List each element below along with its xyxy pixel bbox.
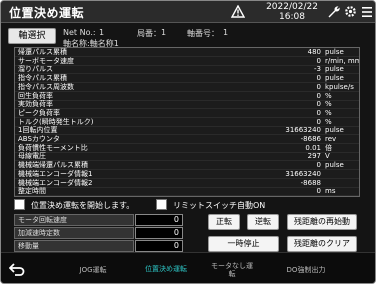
row-unit: pulse [325,65,344,74]
row-unit: % [325,100,332,109]
net-no-value: 1 [99,28,105,37]
station-value: 1 [161,28,167,37]
row-unit: ms [325,187,336,196]
row-label: 機械端帰還パルス累積 [18,161,88,170]
monitor-table: 帰還パルス累積480pulseサーボモータ速度0r/min, mm/s溜りパルス… [14,47,360,197]
axis-no-label: 軸番号： [187,29,219,38]
limit-switch-checkbox[interactable] [156,199,167,210]
start-checkbox[interactable] [14,199,25,210]
row-value: 480 [307,48,321,56]
row-unit: % [325,91,332,100]
row-unit: pulse [325,126,344,135]
back-icon[interactable] [9,262,25,276]
warning-icon[interactable] [231,5,245,18]
row-unit: % [325,108,332,117]
travel-distance-label: 移動量 [14,240,134,252]
station-label: 局番： [137,29,161,38]
row-unit: rev [325,135,337,143]
row-unit: V [325,152,330,161]
motor-speed-input[interactable]: 0 [135,214,183,226]
limit-switch-checkbox-label: リミットスイッチ自動ON [173,201,266,210]
pause-button[interactable]: 一時停止 [208,236,279,252]
row-value: 0 [316,187,321,196]
tab-jog[interactable]: JOG運転 [63,253,123,283]
clear-remaining-button[interactable]: 残距離のクリア [287,236,357,252]
time-text: 16:08 [279,12,305,22]
row-value: 0.01 [305,143,321,152]
row-label: ピーク負荷率 [18,108,60,117]
accel-decel-input[interactable]: 0 [135,227,183,239]
axis-select-button[interactable]: 軸選択 [8,28,56,44]
row-value: 31663240 [285,169,321,178]
row-value: 0 [316,74,321,83]
row-value: 0 [316,91,321,100]
row-value: 0 [316,82,321,91]
travel-distance-input[interactable]: 0 [135,240,183,252]
row-unit: pulse [325,161,344,170]
start-checkbox-label: 位置決め運転を開始します。 [31,201,135,210]
row-label: 整定時間 [18,187,46,196]
accel-decel-label: 加減速時定数 [14,227,134,239]
header-bar: 位置決め運転 2022/02/22 16:08 [1,1,375,23]
row-value: 0 [316,108,321,117]
wrench-icon[interactable] [327,5,341,19]
restart-remaining-button[interactable]: 残距離の再始動 [287,214,357,230]
net-no-label: Net No.: [63,28,96,37]
gear-icon[interactable] [344,5,357,18]
row-label: 1回転内位置 [18,126,58,135]
row-unit: pulse [325,48,344,56]
row-value: 0 [316,161,321,170]
row-value: -8688 [300,178,321,187]
row-label: 実効負荷率 [18,100,53,109]
menu-icon[interactable] [362,6,372,18]
row-value: 0 [316,56,321,65]
row-unit: r/min, mm/s [325,56,359,65]
forward-button[interactable]: 正転 [208,214,240,230]
row-value: -8686 [300,135,321,143]
row-unit: 倍 [325,143,332,152]
row-label: 機械端エンコーダ情報1 [18,169,93,178]
row-unit: % [325,117,332,126]
table-row: 整定時間 0 ms [15,187,359,196]
row-label: 指令パルス累積 [18,74,67,83]
page-title: 位置決め運転 [9,6,85,20]
row-label: ABSカウンタ [18,135,60,143]
datetime: 2022/02/22 16:08 [263,2,321,22]
row-value: 297 [307,152,321,161]
axis-no-value: 1 [223,28,229,37]
row-value: 0 [316,100,321,109]
row-value: 31663240 [285,126,321,135]
screen: 位置決め運転 2022/02/22 16:08 軸選択 Net No.: 1 局… [0,0,376,284]
row-unit: kpulse/s [325,82,354,91]
date-text: 2022/02/22 [266,2,318,12]
motor-speed-label: モータ回転速度 [14,214,134,226]
reverse-button[interactable]: 逆転 [247,214,279,230]
row-value: -3 [314,65,321,74]
bottom-nav: JOG運転 位置決め運転 モータなし運転 DO強制出力 [1,252,375,283]
tab-positioning[interactable]: 位置決め運転 [131,253,201,283]
row-value: 0 [316,117,321,126]
row-unit: pulse [325,74,344,83]
row-label: 帰還パルス累積 [18,48,67,56]
tab-no-motor[interactable]: モータなし運転 [209,253,255,283]
tab-do-forced-output[interactable]: DO強制出力 [271,253,341,283]
row-label: 指令パルス周波数 [18,82,74,91]
